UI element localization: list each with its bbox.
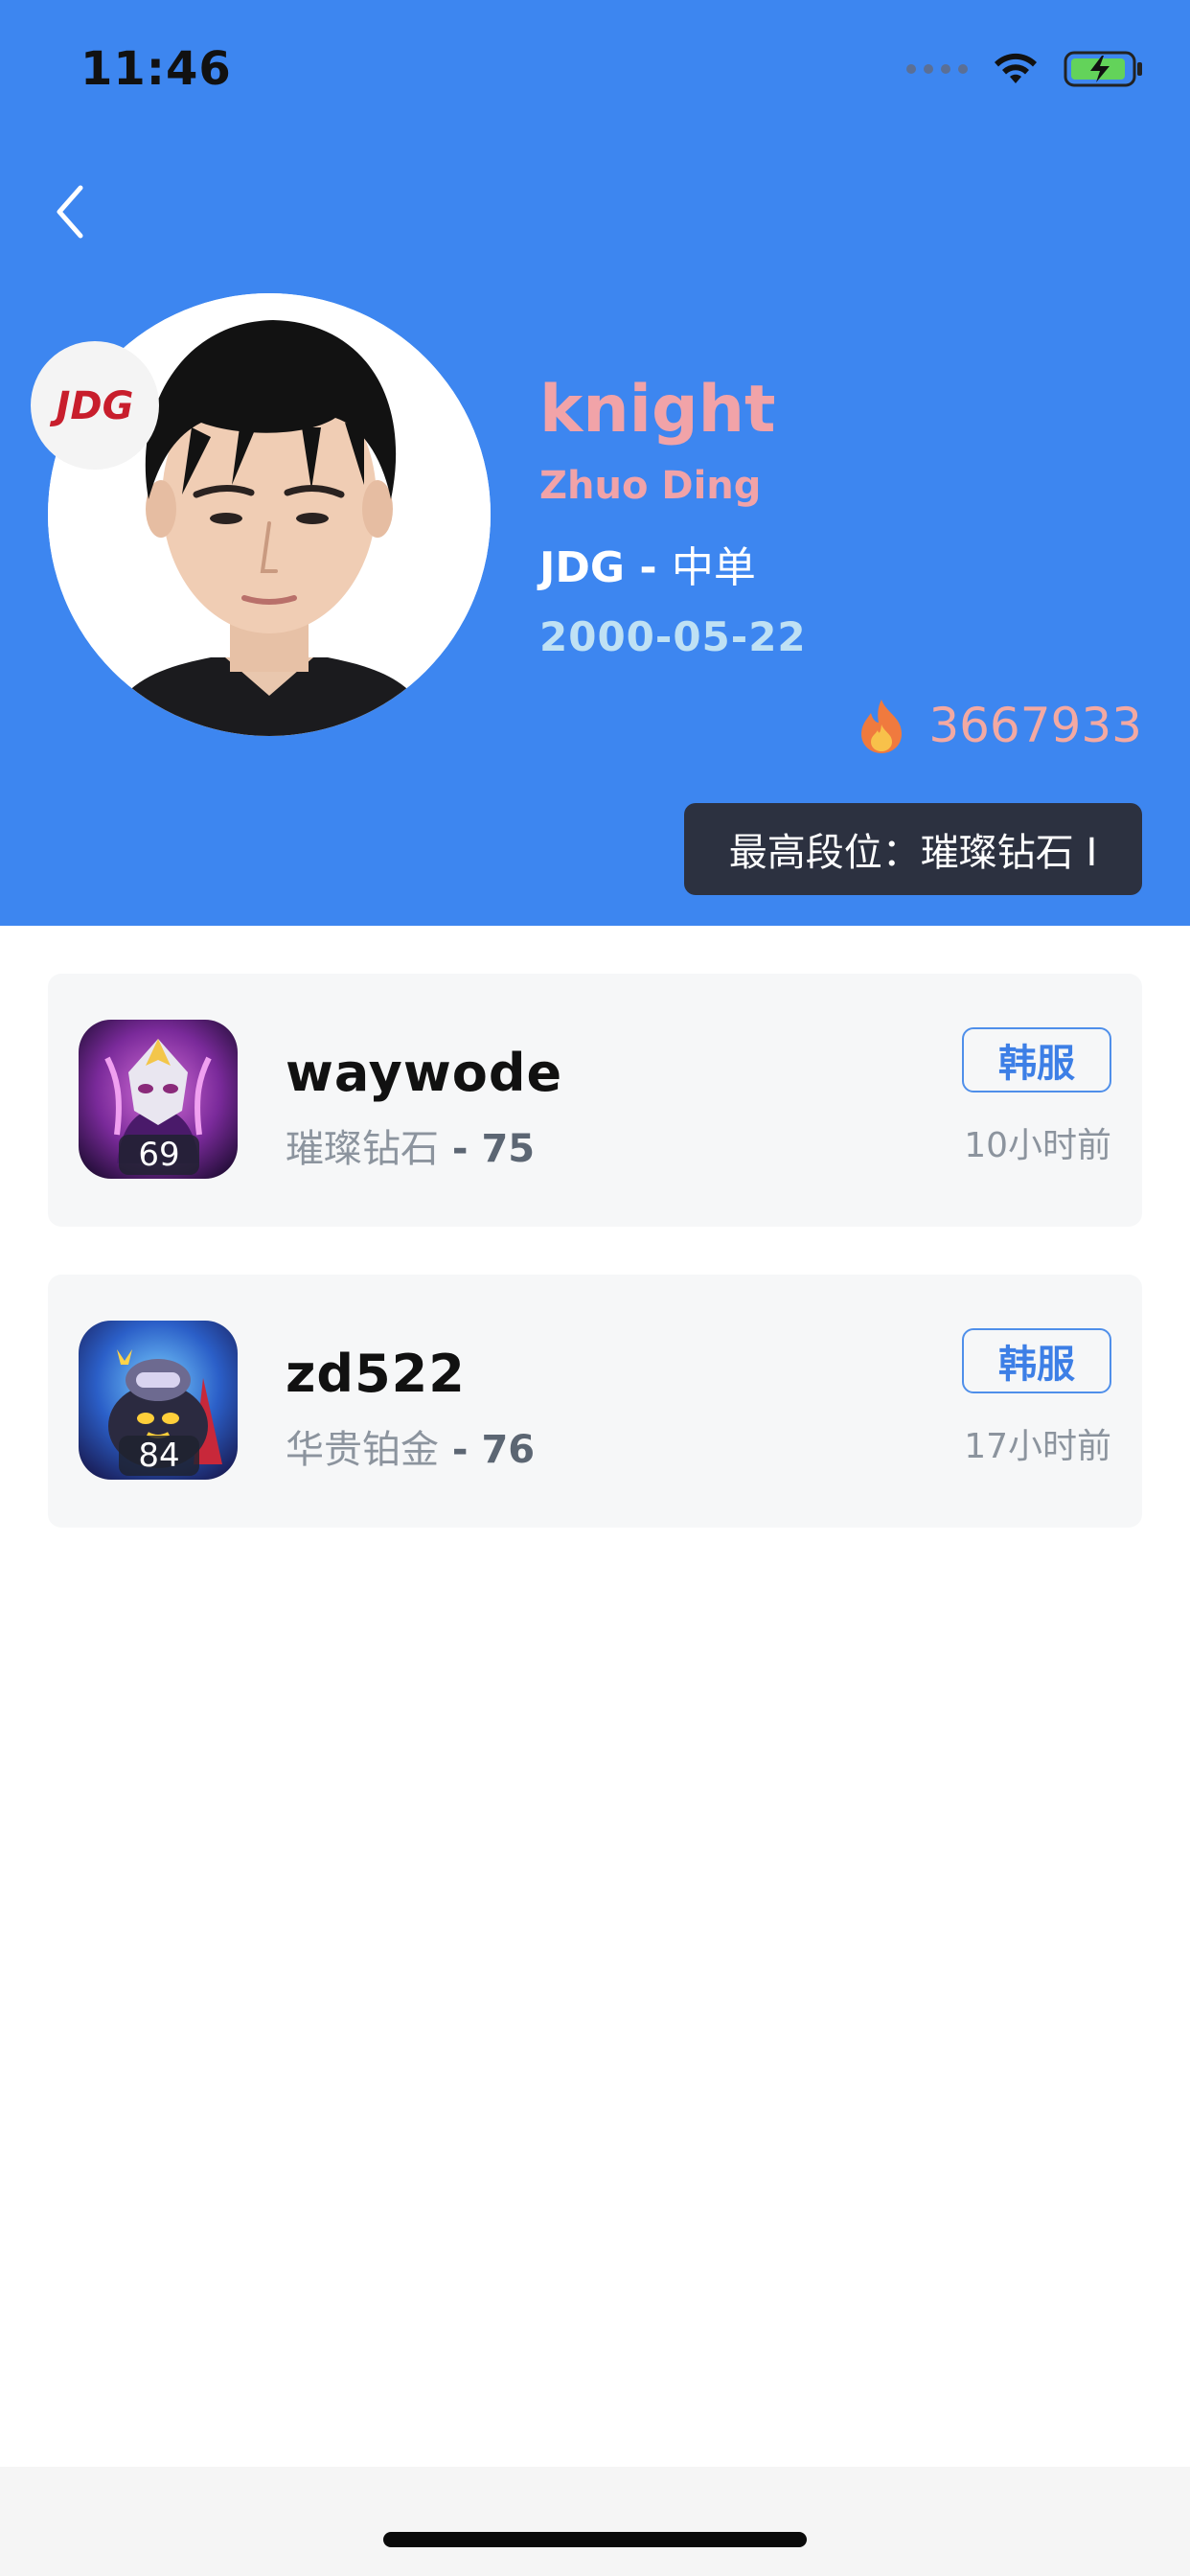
player-birthdate: 2000-05-22 (539, 613, 807, 660)
account-rank: 华贵铂金 - 76 (286, 1418, 535, 1474)
account-rank-separator: - (439, 1127, 482, 1171)
status-icons (906, 50, 1144, 88)
max-rank-badge: 最高段位：璀璨钻石 I (684, 803, 1142, 895)
player-position: 中单 (671, 543, 756, 592)
last-active-time: 10小时前 (964, 1126, 1111, 1165)
account-rank-separator: - (439, 1428, 482, 1472)
fire-icon (861, 700, 903, 753)
team-separator: - (625, 543, 672, 592)
last-active-time: 17小时前 (964, 1427, 1111, 1466)
player-name: knight (539, 372, 776, 448)
account-level: 84 (119, 1436, 199, 1476)
account-card[interactable]: 69 waywode 璀璨钻石 - 75 韩服 10小时前 (48, 974, 1142, 1227)
battery-charging-icon (1064, 51, 1142, 87)
account-avatar-icon: 69 (79, 1020, 238, 1179)
cellular-signal-icon (906, 64, 968, 74)
popularity-value: 3667933 (928, 698, 1142, 753)
account-name: waywode (286, 1043, 563, 1103)
account-rank-tier: 华贵铂金 (286, 1428, 439, 1472)
team-name: JDG (539, 543, 626, 592)
server-tag: 韩服 (962, 1328, 1111, 1393)
account-rank: 璀璨钻石 - 75 (286, 1117, 535, 1173)
team-logo: JDG (31, 341, 159, 470)
status-time: 11:46 (80, 42, 232, 96)
chevron-left-icon (57, 185, 83, 239)
back-button[interactable] (46, 180, 94, 243)
account-rank-points: 75 (481, 1127, 536, 1171)
account-avatar-icon: 84 (79, 1321, 238, 1480)
popularity: 3667933 (852, 696, 1142, 755)
wifi-icon (995, 53, 1037, 83)
bottom-safe-area (0, 2467, 1190, 2576)
svg-text:JDG: JDG (50, 384, 134, 428)
account-name: zd522 (286, 1344, 466, 1404)
team-position: JDG - 中单 (539, 533, 756, 594)
account-rank-points: 76 (481, 1428, 536, 1472)
home-indicator[interactable] (383, 2532, 807, 2547)
server-tag: 韩服 (962, 1027, 1111, 1092)
account-card[interactable]: 84 zd522 华贵铂金 - 76 韩服 17小时前 (48, 1275, 1142, 1528)
account-rank-tier: 璀璨钻石 (286, 1127, 439, 1171)
player-real-name: Zhuo Ding (539, 464, 762, 508)
account-level: 69 (119, 1135, 199, 1175)
